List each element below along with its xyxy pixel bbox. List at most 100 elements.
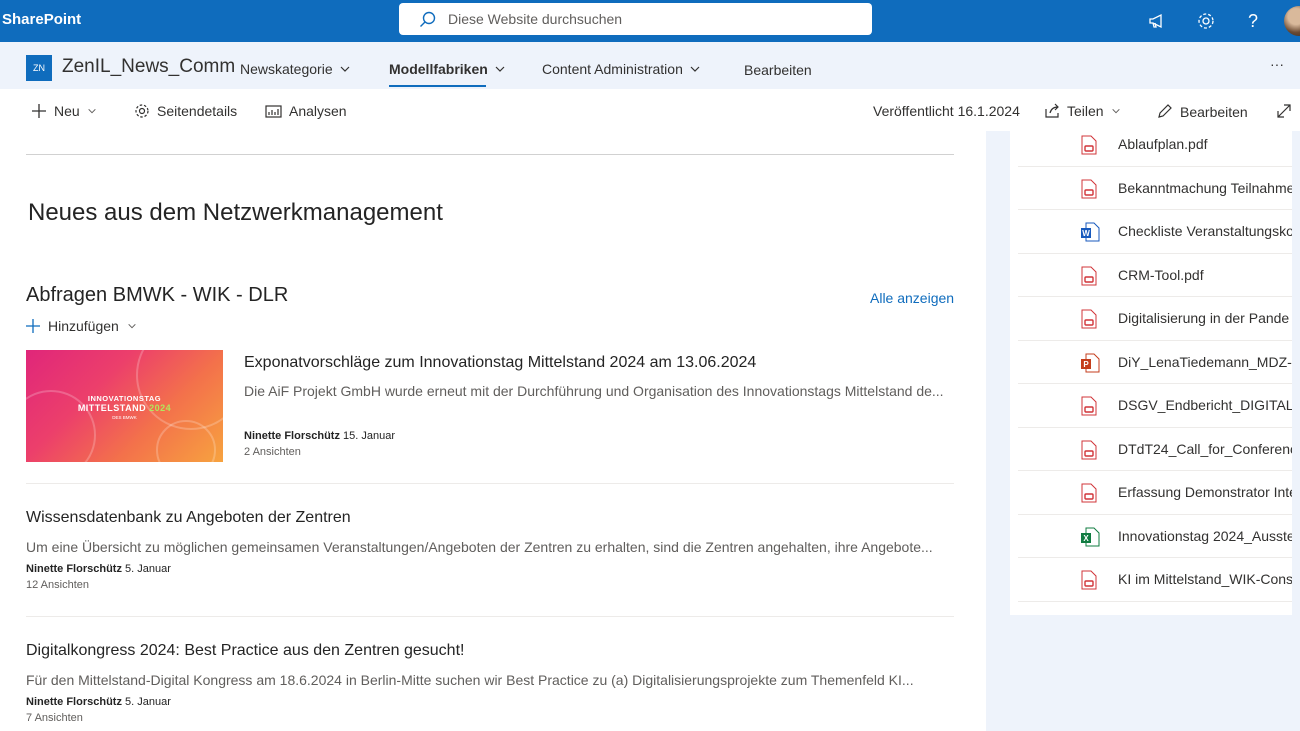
pdf-file-icon xyxy=(1081,135,1097,155)
new-label: Neu xyxy=(54,103,80,119)
document-row[interactable]: KI im Mittelstand_WIK-Cons xyxy=(1018,558,1292,602)
search-input[interactable]: Diese Website durchsuchen xyxy=(448,11,622,27)
sharepoint-brand[interactable]: SharePoint xyxy=(2,11,81,28)
excel-file-icon: X xyxy=(1081,527,1100,546)
pdf-file-icon xyxy=(1081,266,1097,285)
word-file-icon: W xyxy=(1081,222,1100,242)
site-logo[interactable]: ZN xyxy=(26,55,52,81)
svg-text:X: X xyxy=(1083,534,1089,543)
document-row[interactable]: DSGV_Endbericht_DIGITALIS xyxy=(1018,384,1292,428)
expand-icon xyxy=(1277,104,1291,118)
more-options-button[interactable]: ··· xyxy=(1270,56,1284,72)
thumbnail-line3: DES BMWK xyxy=(112,415,137,420)
analytics-button[interactable]: Analysen xyxy=(265,103,347,119)
page-details-label: Seitendetails xyxy=(157,103,238,119)
gear-icon[interactable] xyxy=(1194,9,1218,33)
news-title[interactable]: Digitalkongress 2024: Best Practice aus … xyxy=(26,642,464,660)
page-details-button[interactable]: Seitendetails xyxy=(134,103,237,119)
chevron-down-icon xyxy=(340,66,350,72)
edit-label: Bearbeiten xyxy=(1180,103,1248,120)
news-description: Um eine Übersicht zu möglichen gemeinsam… xyxy=(26,539,933,555)
nav-label: Bearbeiten xyxy=(744,62,812,78)
chevron-down-icon xyxy=(88,108,96,114)
gear-icon xyxy=(135,104,149,118)
chevron-down-icon xyxy=(690,66,700,72)
document-name: CRM-Tool.pdf xyxy=(1118,266,1204,283)
document-row[interactable]: X Innovationstag 2024_Ausste xyxy=(1018,515,1292,558)
news-heading: Abfragen BMWK - WIK - DLR xyxy=(26,284,289,306)
pdf-file-icon xyxy=(1081,309,1097,329)
site-header: ZN ZenIL_News_Comm Newskategorie Modellf… xyxy=(0,42,1300,89)
document-name: DSGV_Endbericht_DIGITALIS xyxy=(1118,397,1292,413)
document-row[interactable]: Ablaufplan.pdf xyxy=(1018,131,1292,167)
chevron-down-icon xyxy=(128,323,136,329)
document-row[interactable]: DTdT24_Call_for_Conference xyxy=(1018,428,1292,471)
add-news-button[interactable]: Hinzufügen xyxy=(26,318,137,334)
document-name: Erfassung Demonstrator Inte xyxy=(1118,484,1292,500)
document-name: Digitalisierung in der Pande xyxy=(1118,310,1290,326)
thumbnail-line1: INNOVATIONSTAG xyxy=(87,394,162,403)
help-icon[interactable]: ? xyxy=(1241,9,1265,33)
plus-icon xyxy=(26,319,40,333)
news-description: Für den Mittelstand-Digital Kongress am … xyxy=(26,672,914,688)
pdf-file-icon xyxy=(1081,483,1097,503)
news-description: Die AiF Projekt GmbH wurde erneut mit de… xyxy=(244,383,944,399)
new-button[interactable]: Neu xyxy=(31,103,97,119)
pdf-file-icon xyxy=(1081,179,1097,198)
published-status: Veröffentlicht 16.1.2024 xyxy=(873,103,1020,119)
document-row[interactable]: Erfassung Demonstrator Inte xyxy=(1018,471,1292,515)
news-divider xyxy=(26,483,954,484)
add-label: Hinzufügen xyxy=(48,318,119,334)
pdf-file-icon xyxy=(1081,440,1097,459)
edit-button[interactable]: Bearbeiten xyxy=(1156,103,1248,120)
nav-label: Newskategorie xyxy=(240,61,333,77)
document-row[interactable]: CRM-Tool.pdf xyxy=(1018,254,1292,297)
document-name: Bekanntmachung Teilnahme xyxy=(1118,179,1292,196)
document-row[interactable]: P DiY_LenaTiedemann_MDZ-S xyxy=(1018,341,1292,384)
svg-text:P: P xyxy=(1083,360,1089,369)
svg-text:W: W xyxy=(1082,229,1090,238)
nav-newskategorie[interactable]: Newskategorie xyxy=(240,61,351,77)
nav-label: Modellfabriken xyxy=(389,61,488,77)
avatar[interactable] xyxy=(1284,6,1300,36)
news-author: Ninette Florschütz 5. Januar xyxy=(26,563,171,575)
chevron-down-icon xyxy=(1111,108,1120,114)
document-name: DTdT24_Call_for_Conference xyxy=(1118,440,1292,457)
news-title[interactable]: Exponatvorschläge zum Innovationstag Mit… xyxy=(244,354,756,372)
document-name: Ablaufplan.pdf xyxy=(1118,136,1208,152)
nav-bearbeiten[interactable]: Bearbeiten xyxy=(744,62,812,78)
document-row[interactable]: Bekanntmachung Teilnahme xyxy=(1018,167,1292,210)
document-name: DiY_LenaTiedemann_MDZ-S xyxy=(1118,353,1292,370)
document-name: Innovationstag 2024_Ausste xyxy=(1118,527,1292,544)
plus-icon xyxy=(32,104,46,118)
news-author: Ninette Florschütz 15. Januar xyxy=(244,430,395,442)
published-label: Veröffentlicht 16.1.2024 xyxy=(873,103,1020,119)
pdf-file-icon xyxy=(1081,396,1097,416)
nav-modellfabriken[interactable]: Modellfabriken xyxy=(389,61,506,77)
news-thumbnail[interactable]: INNOVATIONSTAG MITTELSTAND 2024 DES BMWK xyxy=(26,350,223,462)
news-divider xyxy=(26,616,954,617)
see-all-link[interactable]: Alle anzeigen xyxy=(870,290,954,306)
news-views: 7 Ansichten xyxy=(26,712,83,724)
news-views: 12 Ansichten xyxy=(26,579,89,591)
document-library: Ablaufplan.pdf Bekanntmachung Teilnahme … xyxy=(1010,131,1292,615)
document-row[interactable]: Digitalisierung in der Pande xyxy=(1018,297,1292,341)
news-views: 2 Ansichten xyxy=(244,446,301,458)
site-title[interactable]: ZenIL_News_Comm xyxy=(62,56,235,78)
nav-content-administration[interactable]: Content Administration xyxy=(542,61,701,77)
powerpoint-file-icon: P xyxy=(1081,353,1100,372)
search-box[interactable]: Diese Website durchsuchen xyxy=(399,3,872,35)
analytics-icon xyxy=(265,104,282,118)
megaphone-icon[interactable] xyxy=(1145,9,1169,33)
nav-label: Content Administration xyxy=(542,61,683,77)
pencil-icon xyxy=(1158,104,1172,118)
analytics-label: Analysen xyxy=(289,103,347,119)
news-title[interactable]: Wissensdatenbank zu Angeboten der Zentre… xyxy=(26,509,351,527)
search-icon xyxy=(420,11,436,27)
nav-active-indicator xyxy=(389,85,486,87)
section-divider xyxy=(26,154,954,155)
document-row[interactable]: W Checkliste Veranstaltungsko xyxy=(1018,210,1292,254)
expand-button[interactable] xyxy=(1276,103,1292,119)
pdf-file-icon xyxy=(1081,570,1097,590)
share-button[interactable]: Teilen xyxy=(1044,103,1121,119)
